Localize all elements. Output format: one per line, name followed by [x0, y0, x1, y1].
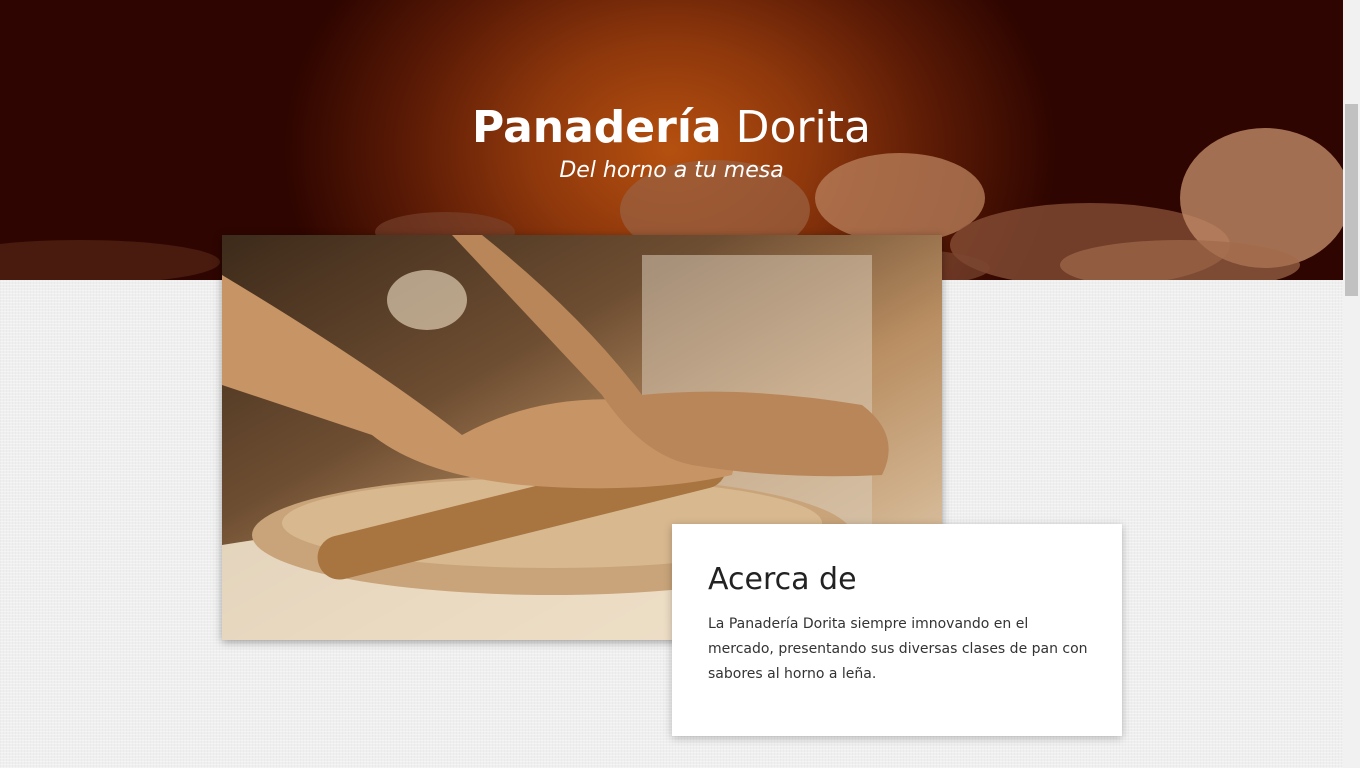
site-subtitle: Del horno a tu mesa: [559, 158, 784, 183]
about-text: La Panadería Dorita siempre imnovando en…: [708, 616, 1088, 682]
site-title-light: Dorita: [735, 102, 871, 153]
page: Panadería Dorita Del horno a tu mesa Ace…: [0, 0, 1343, 768]
site-title-bold: Panadería: [472, 102, 722, 153]
page-scrollbar[interactable]: [1343, 0, 1360, 768]
about-card: Acerca de La Panadería Dorita siempre im…: [672, 524, 1122, 736]
scrollbar-thumb[interactable]: [1345, 104, 1358, 296]
about-heading: Acerca de: [708, 562, 857, 597]
site-title: Panadería Dorita: [0, 100, 1343, 156]
